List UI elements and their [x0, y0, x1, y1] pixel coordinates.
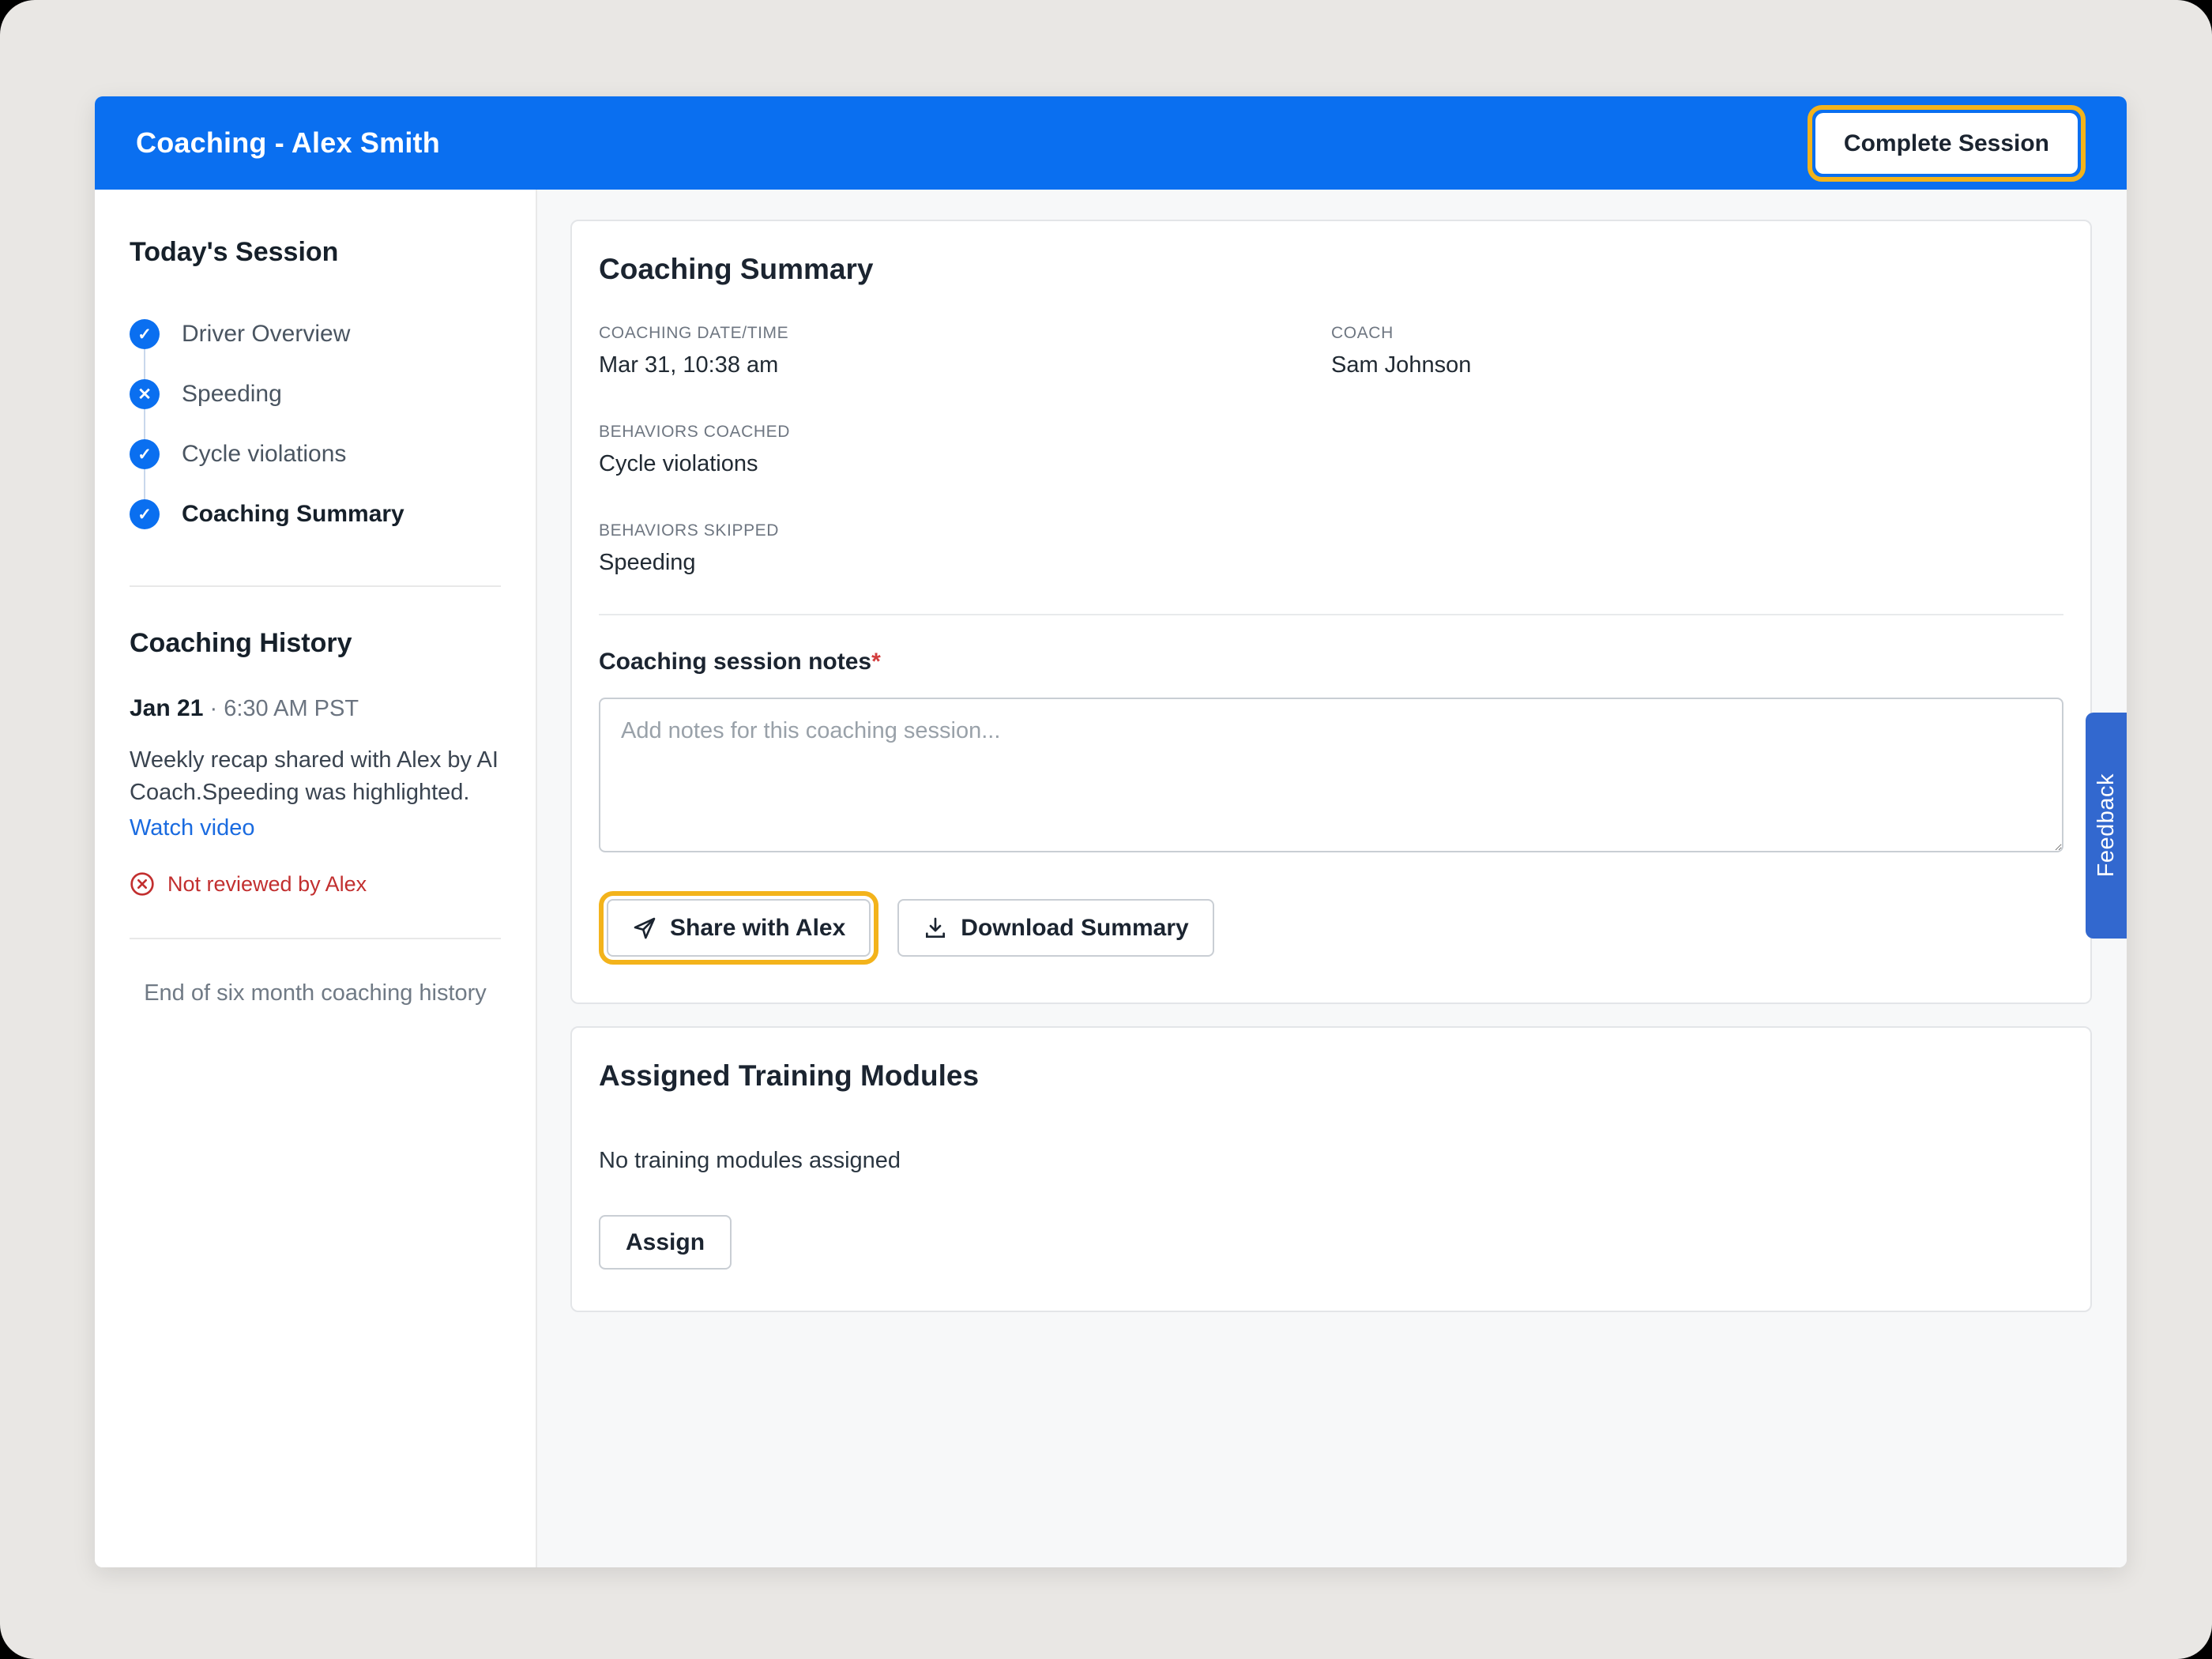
x-icon: ✕ — [130, 379, 160, 409]
sidebar-divider — [130, 938, 501, 939]
feedback-tab-label: Feedback — [2094, 773, 2120, 877]
assign-button[interactable]: Assign — [599, 1215, 732, 1270]
sidebar: Today's Session ✓ Driver Overview ✕ Spee… — [95, 190, 537, 1567]
stepper-item-label: Driver Overview — [182, 321, 350, 348]
history-time: 6:30 AM PST — [224, 696, 359, 721]
main-content: Coaching Summary COACHING DATE/TIME Mar … — [537, 190, 2127, 1567]
field-coaching-datetime: COACHING DATE/TIME Mar 31, 10:38 am — [599, 324, 1331, 378]
share-button-label: Share with Alex — [670, 915, 845, 941]
field-behaviors-skipped: BEHAVIORS SKIPPED Speeding — [599, 521, 1331, 576]
training-modules-title: Assigned Training Modules — [599, 1059, 2063, 1093]
coaching-summary-card: Coaching Summary COACHING DATE/TIME Mar … — [570, 220, 2092, 1004]
stepper-item-speeding[interactable]: ✕ Speeding — [130, 364, 501, 424]
history-status-text: Not reviewed by Alex — [167, 872, 367, 897]
field-value: Sam Johnson — [1331, 352, 2063, 378]
todays-session-title: Today's Session — [130, 237, 501, 268]
download-summary-button[interactable]: Download Summary — [897, 899, 1213, 957]
field-label: BEHAVIORS SKIPPED — [599, 521, 1331, 540]
history-date: Jan 21 — [130, 695, 203, 721]
share-highlight-ring: Share with Alex — [599, 891, 878, 965]
check-icon: ✓ — [130, 439, 160, 469]
content-row: Today's Session ✓ Driver Overview ✕ Spee… — [95, 190, 2127, 1567]
session-notes-label-text: Coaching session notes — [599, 649, 871, 675]
watch-video-link[interactable]: Watch video — [130, 815, 255, 841]
check-icon: ✓ — [130, 499, 160, 529]
error-circle-icon — [130, 871, 155, 897]
required-asterisk: * — [871, 649, 881, 675]
field-value: Mar 31, 10:38 am — [599, 352, 1331, 378]
training-modules-empty-text: No training modules assigned — [599, 1148, 2063, 1174]
history-status: Not reviewed by Alex — [130, 871, 501, 897]
session-stepper: ✓ Driver Overview ✕ Speeding ✓ Cycle vio… — [130, 304, 501, 544]
header: Coaching - Alex Smith Complete Session — [95, 96, 2127, 190]
stepper-item-label: Speeding — [182, 381, 282, 408]
page-title: Coaching - Alex Smith — [136, 126, 440, 160]
stepper-item-label: Cycle violations — [182, 441, 346, 468]
feedback-tab[interactable]: Feedback — [2086, 713, 2127, 939]
training-modules-card: Assigned Training Modules No training mo… — [570, 1026, 2092, 1312]
history-end-note: End of six month coaching history — [130, 980, 501, 1006]
desktop-background: Coaching - Alex Smith Complete Session T… — [0, 0, 2212, 1659]
coaching-history-title: Coaching History — [130, 628, 501, 659]
card-divider — [599, 614, 2063, 615]
download-icon — [923, 916, 948, 941]
field-label: BEHAVIORS COACHED — [599, 423, 1331, 442]
field-coach: COACH Sam Johnson — [1331, 324, 2063, 378]
coaching-summary-title: Coaching Summary — [599, 253, 2063, 286]
stepper-item-cycle-violations[interactable]: ✓ Cycle violations — [130, 424, 501, 484]
stepper-item-driver-overview[interactable]: ✓ Driver Overview — [130, 304, 501, 364]
session-notes-label: Coaching session notes* — [599, 649, 2063, 675]
summary-fields: COACHING DATE/TIME Mar 31, 10:38 am COAC… — [599, 324, 2063, 576]
history-date-row: Jan 21 · 6:30 AM PST — [130, 695, 501, 722]
stepper-item-label: Coaching Summary — [182, 501, 404, 528]
complete-session-highlight-ring: Complete Session — [1808, 105, 2086, 182]
app-window: Coaching - Alex Smith Complete Session T… — [95, 96, 2127, 1567]
field-behaviors-coached: BEHAVIORS COACHED Cycle violations — [599, 423, 1331, 477]
session-notes-input[interactable] — [599, 698, 2063, 852]
field-label: COACHING DATE/TIME — [599, 324, 1331, 343]
history-description: Weekly recap shared with Alex by AI Coac… — [130, 744, 501, 809]
share-with-alex-button[interactable]: Share with Alex — [607, 899, 871, 957]
send-icon — [632, 916, 657, 941]
field-value: Cycle violations — [599, 451, 1331, 477]
check-icon: ✓ — [130, 319, 160, 349]
stepper-item-coaching-summary[interactable]: ✓ Coaching Summary — [130, 484, 501, 544]
download-button-label: Download Summary — [961, 915, 1188, 941]
complete-session-button[interactable]: Complete Session — [1815, 113, 2078, 174]
history-entry: Jan 21 · 6:30 AM PST Weekly recap shared… — [130, 695, 501, 897]
history-date-separator: · — [209, 696, 217, 721]
summary-actions: Share with Alex Download Summary — [599, 891, 2063, 965]
field-label: COACH — [1331, 324, 2063, 343]
sidebar-divider — [130, 585, 501, 587]
field-value: Speeding — [599, 550, 1331, 576]
